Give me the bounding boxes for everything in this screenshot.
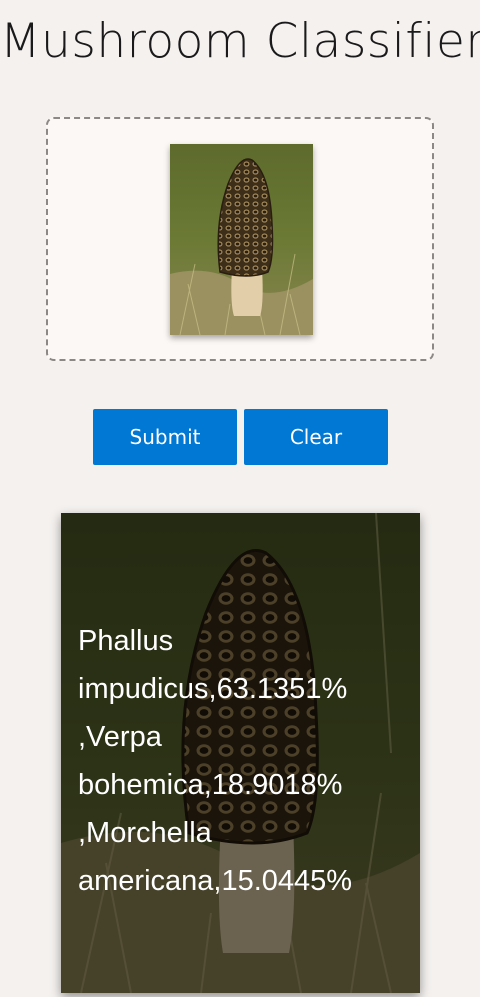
- app-root: Mushroom Classifier Submit Clear Phallus…: [0, 0, 480, 997]
- classification-result-text: Phallus impudicus,63.1351% ,Verpa bohemi…: [78, 625, 353, 897]
- uploaded-image-preview: [170, 144, 313, 335]
- clear-button[interactable]: Clear: [244, 409, 388, 465]
- result-card: Phallus impudicus,63.1351% ,Verpa bohemi…: [61, 513, 420, 993]
- page-title: Mushroom Classifier: [0, 14, 480, 69]
- submit-button[interactable]: Submit: [93, 409, 237, 465]
- image-dropzone[interactable]: [46, 117, 434, 361]
- mushroom-photo: [170, 144, 313, 335]
